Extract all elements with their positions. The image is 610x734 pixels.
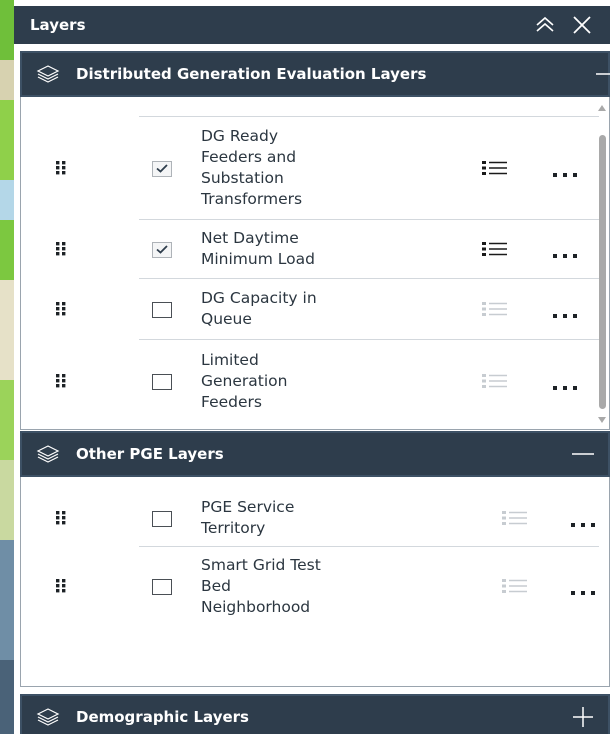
more-options-icon[interactable] <box>551 305 579 318</box>
layer-name: DG Capacity in Queue <box>201 288 317 328</box>
layer-visibility-checkbox[interactable] <box>152 510 172 527</box>
panel-header: Layers <box>14 6 610 44</box>
minus-icon[interactable] <box>594 62 610 86</box>
group-header-distributed-generation[interactable]: Distributed Generation Evaluation Layers <box>20 51 610 97</box>
panel-title: Layers <box>30 16 86 34</box>
layer-row[interactable]: DG Capacity in Queue <box>21 278 599 339</box>
layer-visibility-checkbox[interactable] <box>152 579 172 595</box>
row-separator <box>139 278 599 279</box>
minus-icon[interactable] <box>570 442 596 466</box>
legend-icon[interactable] <box>481 372 509 390</box>
layer-row[interactable]: DG Ready Feeders and Substation Transformer… <box>21 116 599 219</box>
group-body-distributed-generation: DG Ready Feeders and Substation Transformer… <box>20 97 610 430</box>
layer-visibility-checkbox[interactable] <box>152 160 172 177</box>
drag-handle-icon[interactable] <box>55 373 69 389</box>
map-background-strip <box>0 0 14 734</box>
more-options-icon[interactable] <box>569 582 597 595</box>
layer-row[interactable]: Smart Grid Test Bed Neighborhood <box>21 546 599 626</box>
layers-stack-icon <box>36 64 60 84</box>
drag-handle-icon[interactable] <box>55 241 69 257</box>
layers-panel: Layers Distributed Generation Evaluation… <box>14 0 610 734</box>
double-chevron-up-icon[interactable] <box>533 13 557 37</box>
layer-visibility-checkbox[interactable] <box>152 374 172 390</box>
more-options-icon[interactable] <box>551 245 579 258</box>
legend-icon[interactable] <box>501 577 529 595</box>
layers-stack-icon <box>36 444 60 464</box>
drag-handle-icon[interactable] <box>55 510 69 526</box>
legend-icon[interactable] <box>501 509 529 527</box>
layer-name: Smart Grid Test Bed Neighborhood <box>201 555 321 616</box>
more-options-icon[interactable] <box>551 377 579 390</box>
drag-handle-icon[interactable] <box>55 301 69 317</box>
group-title: Demographic Layers <box>76 708 249 726</box>
group-header-demographic[interactable]: Demographic Layers <box>20 694 610 734</box>
group-body-other-pge: PGE Service Territory Smart Grid Test Bed N… <box>20 477 610 687</box>
more-options-icon[interactable] <box>569 514 597 527</box>
drag-handle-icon[interactable] <box>55 578 69 594</box>
layer-row[interactable]: Limited Generation Feeders <box>21 339 599 423</box>
layer-name: Net Daytime Minimum Load <box>201 228 315 268</box>
legend-icon[interactable] <box>481 240 509 258</box>
layer-visibility-checkbox[interactable] <box>152 301 172 318</box>
layer-name: DG Ready Feeders and Substation Transformer… <box>201 126 303 208</box>
layer-row[interactable]: Net Daytime Minimum Load <box>21 219 599 278</box>
layers-stack-icon <box>36 707 60 727</box>
legend-icon[interactable] <box>481 300 509 318</box>
group-title: Other PGE Layers <box>76 445 224 463</box>
legend-icon[interactable] <box>481 159 509 177</box>
more-options-icon[interactable] <box>551 164 579 177</box>
row-separator <box>139 116 599 117</box>
layer-visibility-checkbox[interactable] <box>152 241 172 258</box>
close-icon[interactable] <box>570 13 594 37</box>
plus-icon[interactable] <box>570 705 596 729</box>
drag-handle-icon[interactable] <box>55 160 69 176</box>
layer-name: PGE Service Territory <box>201 497 295 537</box>
scrollbar-thumb[interactable] <box>599 135 606 409</box>
row-separator <box>139 339 599 340</box>
layer-name: Limited Generation Feeders <box>201 350 288 411</box>
group-header-other-pge[interactable]: Other PGE Layers <box>20 431 610 477</box>
group-title: Distributed Generation Evaluation Layers <box>76 65 427 83</box>
row-separator <box>139 546 599 547</box>
layer-row[interactable]: PGE Service Territory <box>21 489 599 546</box>
row-separator <box>139 219 599 220</box>
